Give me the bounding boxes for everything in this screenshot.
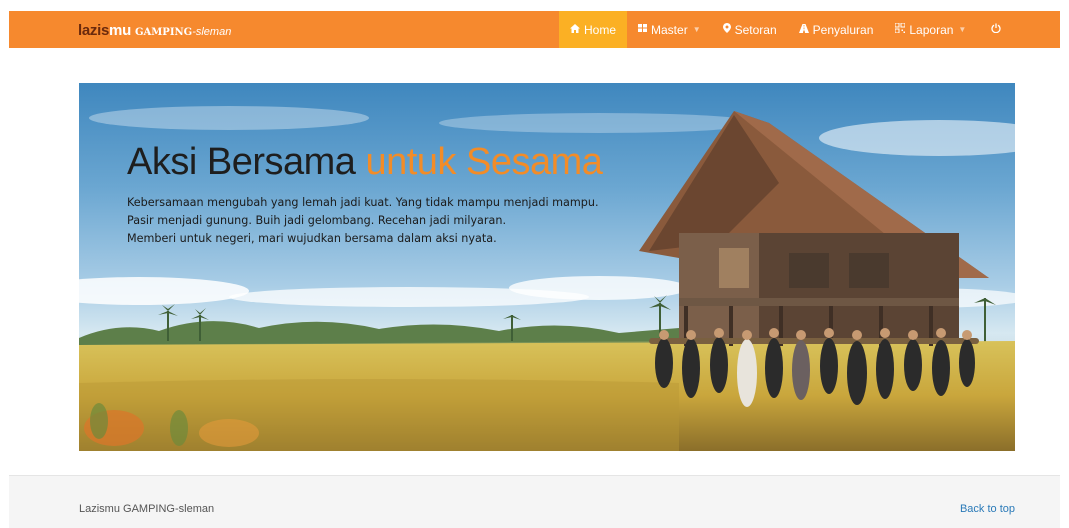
nav-penyaluran-label: Penyaluran: [812, 22, 874, 37]
road-icon: [798, 23, 809, 36]
nav-setoran[interactable]: Setoran: [712, 11, 788, 48]
nav-laporan[interactable]: Laporan ▼: [884, 11, 977, 48]
brand-mu: mu: [109, 22, 131, 39]
home-icon: [570, 23, 580, 36]
hero-title-main: Aksi Bersama: [127, 141, 366, 183]
hero-image: [79, 106, 1015, 451]
hero-line: Pasir menjadi gunung. Buih jadi gelomban…: [127, 214, 507, 227]
nav-logout[interactable]: [977, 11, 1015, 48]
nav-home[interactable]: Home: [559, 11, 628, 48]
top-navbar: lazis mu GAMPING -sleman Home Master ▼ S…: [9, 11, 1060, 48]
qrcode-icon: [894, 22, 906, 36]
footer-copyright: Lazismu GAMPING-sleman: [79, 503, 215, 515]
nav-laporan-label: Laporan: [909, 22, 954, 37]
main-nav: Home Master ▼ Setoran Penyaluran Laporan…: [559, 11, 1015, 48]
hero-title: Aksi Bersama untuk Sesama: [127, 141, 603, 184]
grid-icon: [638, 24, 648, 35]
back-to-top-link[interactable]: Back to top: [960, 503, 1015, 515]
chevron-down-icon: ▼: [958, 25, 967, 34]
chevron-down-icon: ▼: [692, 25, 701, 34]
hero-line: Memberi untuk negeri, mari wujudkan bers…: [127, 232, 497, 245]
brand-logo[interactable]: lazis mu GAMPING -sleman: [78, 22, 231, 39]
hero-title-accent: untuk Sesama: [365, 141, 603, 183]
map-marker-icon: [722, 23, 731, 36]
nav-home-label: Home: [584, 22, 617, 37]
hero-line: Kebersamaan mengubah yang lemah jadi kua…: [127, 196, 599, 209]
power-icon: [991, 23, 1001, 36]
nav-master-label: Master: [651, 22, 688, 37]
hero-banner: Aksi Bersama untuk Sesama Kebersamaan me…: [79, 83, 1015, 451]
nav-penyaluran[interactable]: Penyaluran: [788, 11, 885, 48]
brand-lazis: lazis: [78, 22, 110, 39]
hero-tagline: Kebersamaan mengubah yang lemah jadi kua…: [127, 194, 599, 248]
nav-master[interactable]: Master ▼: [627, 11, 712, 48]
footer: Lazismu GAMPING-sleman Back to top: [9, 475, 1060, 528]
brand-place-suffix: -sleman: [192, 26, 232, 38]
brand-place: GAMPING: [134, 27, 193, 38]
nav-setoran-label: Setoran: [734, 22, 777, 37]
